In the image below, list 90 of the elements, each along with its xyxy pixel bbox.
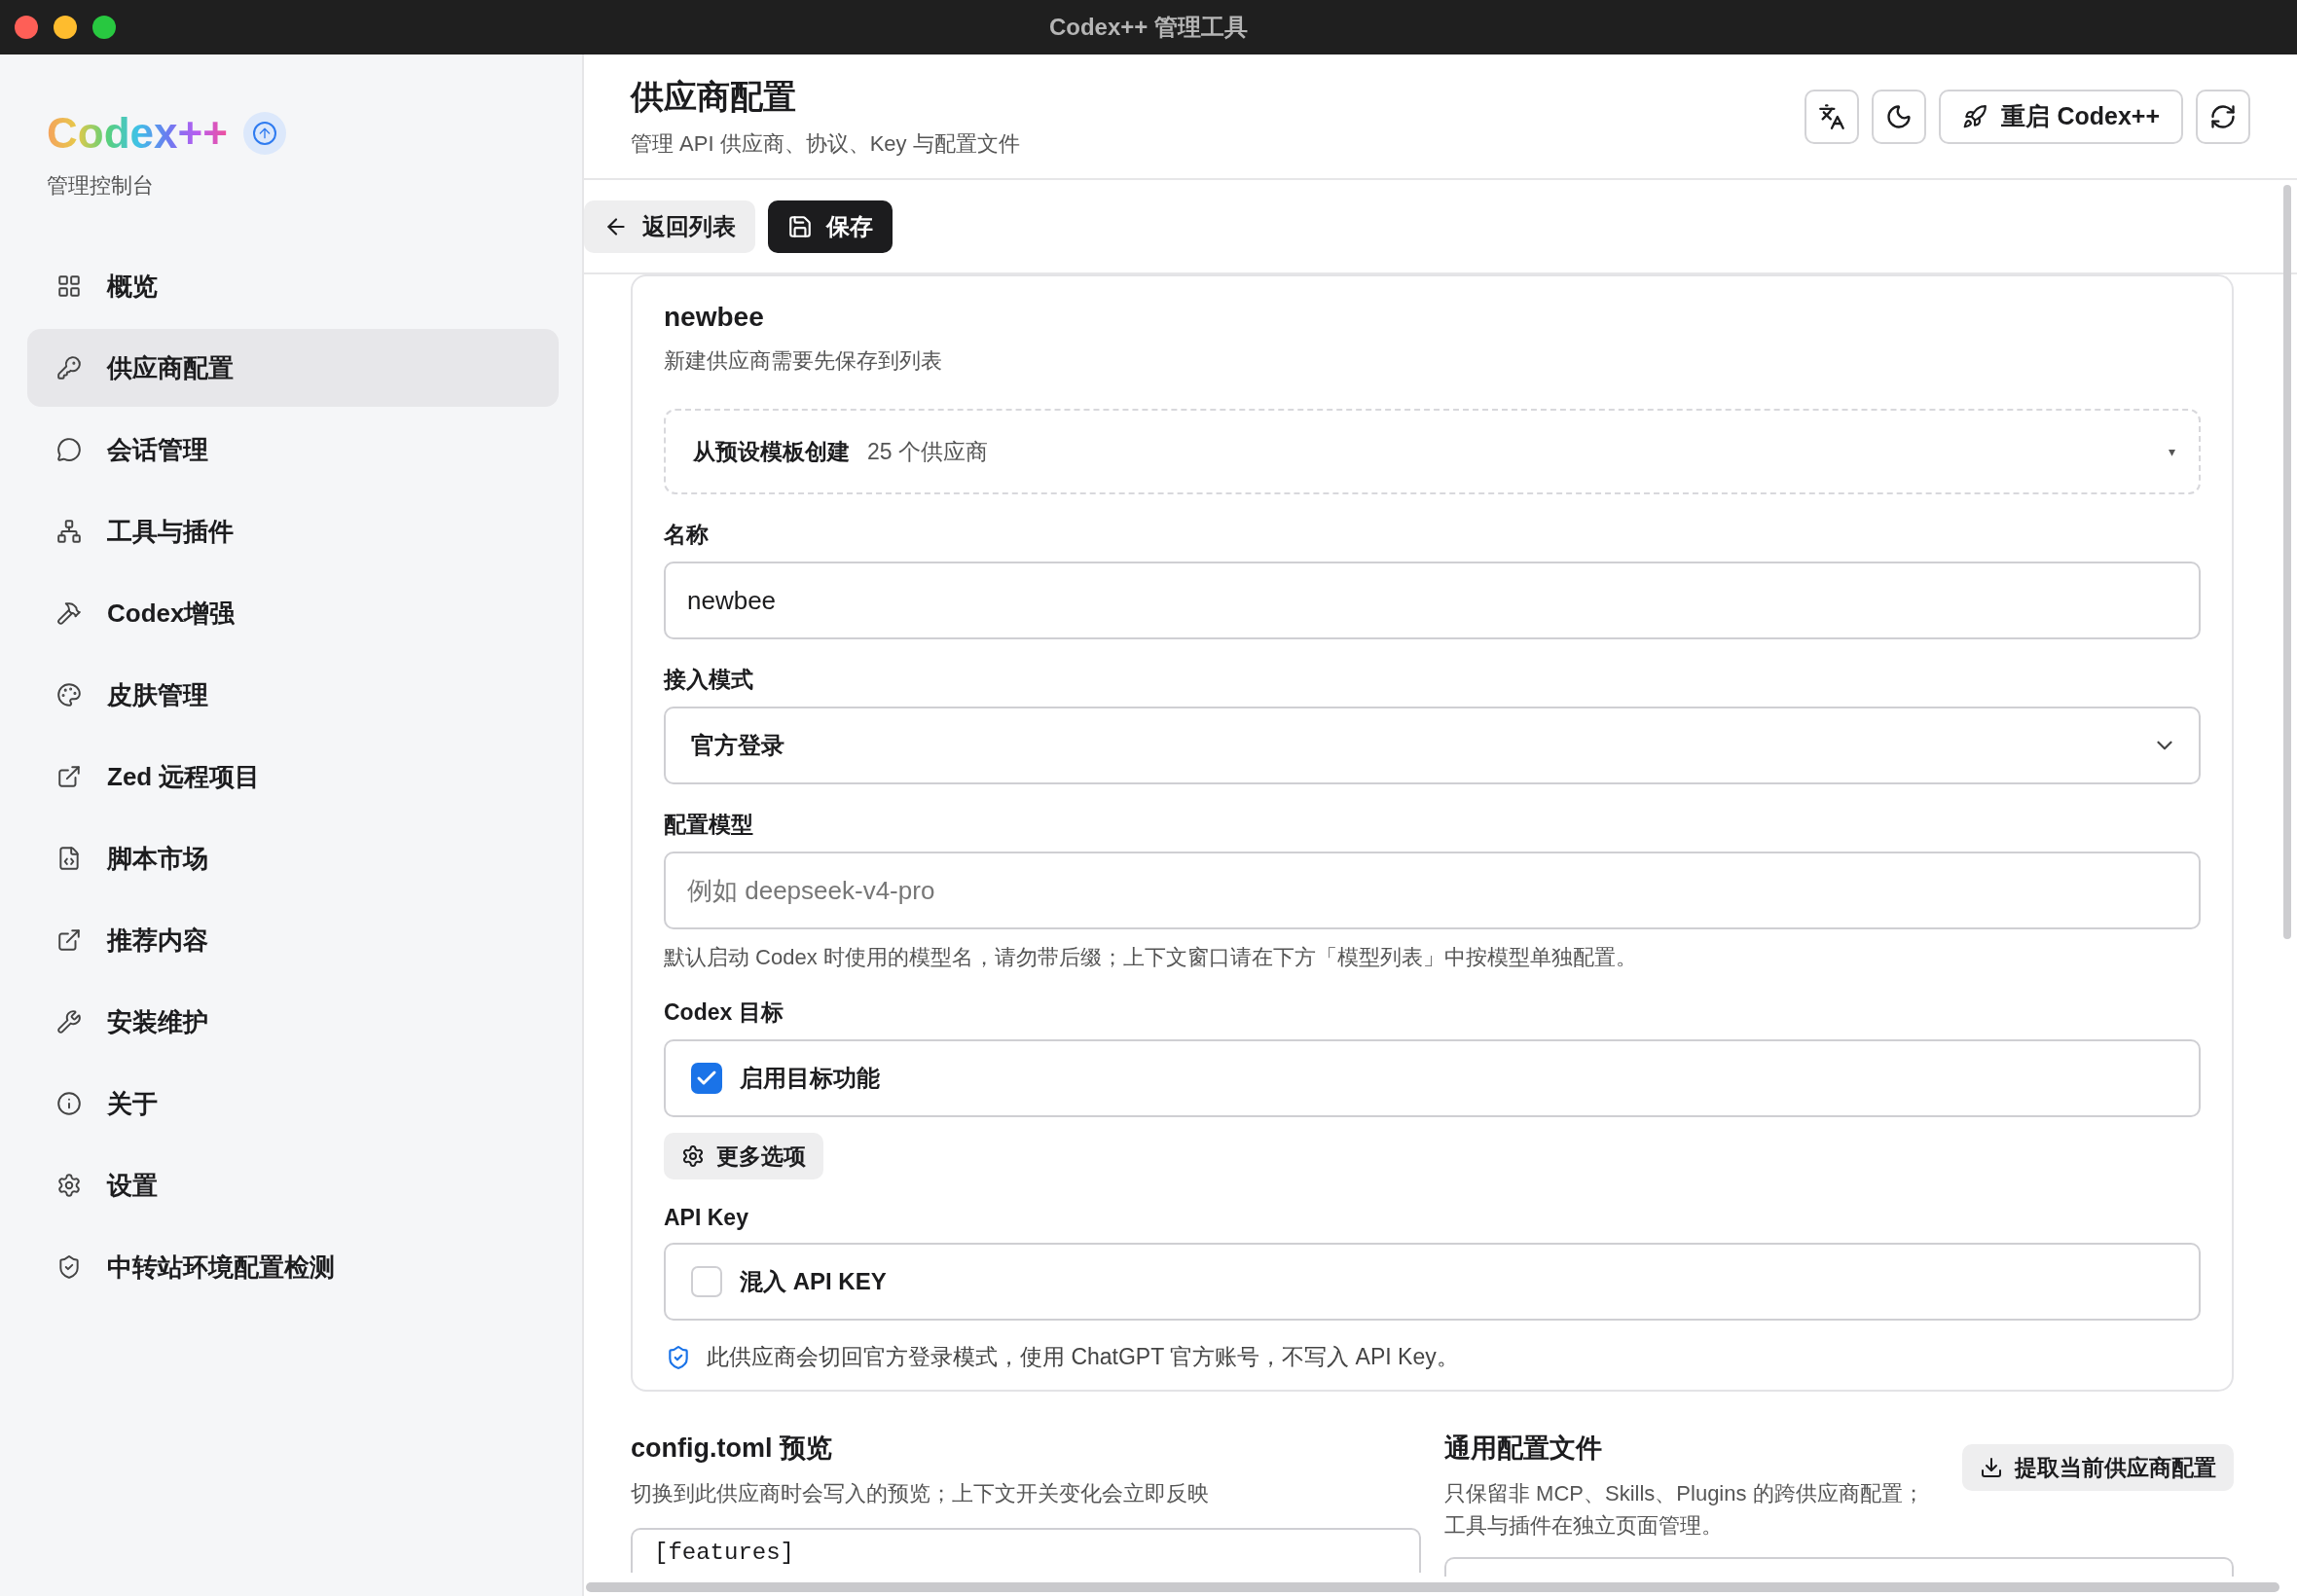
field-hint: 默认启动 Codex 时使用的模型名，请勿带后缀；上下文窗口请在下方「模型列表」中按模型单独配置。 bbox=[664, 944, 1638, 971]
notice-text: 此供应商会切回官方登录模式，使用 ChatGPT 官方账号，不写入 API Key。 bbox=[707, 1343, 1459, 1371]
checkbox[interactable] bbox=[691, 1063, 722, 1094]
nav-label: 脚本市场 bbox=[107, 842, 208, 875]
nav-item[interactable]: 脚本市场 bbox=[27, 819, 559, 897]
vertical-scrollbar[interactable] bbox=[2283, 185, 2291, 939]
minimize-window-button[interactable] bbox=[54, 16, 77, 39]
template-count: 25 个供应商 bbox=[867, 437, 989, 466]
nav-label: Zed 远程项目 bbox=[107, 760, 261, 793]
extract-config-button[interactable]: 提取当前供应商配置 bbox=[1962, 1444, 2234, 1491]
network-icon bbox=[56, 519, 82, 544]
common-config-subtitle: 只保留非 MCP、Skills、Plugins 的跨供应商配置；工具与插件在独立页面管理。 bbox=[1444, 1480, 1925, 1540]
nav-item[interactable]: 供应商配置 bbox=[27, 329, 559, 407]
zoom-window-button[interactable] bbox=[92, 16, 116, 39]
nav-item[interactable]: 会话管理 bbox=[27, 411, 559, 489]
name-field[interactable]: newbee bbox=[664, 562, 2201, 639]
close-window-button[interactable] bbox=[15, 16, 38, 39]
checkbox-label: 混入 API KEY bbox=[740, 1267, 887, 1296]
mode-select[interactable]: 官方登录 bbox=[664, 707, 2201, 784]
nav-label: 皮肤管理 bbox=[107, 678, 208, 711]
language-button[interactable] bbox=[1805, 89, 1860, 144]
rocket-icon bbox=[1962, 103, 1988, 129]
nav-label: 设置 bbox=[107, 1169, 158, 1202]
theme-button[interactable] bbox=[1872, 89, 1927, 144]
provider-name: newbee bbox=[664, 302, 765, 333]
provider-note: 新建供应商需要先保存到列表 bbox=[664, 347, 943, 375]
shield-check-icon bbox=[56, 1254, 82, 1280]
external-link-icon bbox=[56, 764, 82, 789]
nav-item[interactable]: 概览 bbox=[27, 247, 559, 325]
common-config-title: 通用配置文件 bbox=[1444, 1433, 1603, 1465]
refresh-icon bbox=[2209, 102, 2237, 130]
nav-item[interactable]: 皮肤管理 bbox=[27, 656, 559, 734]
template-label: 从预设模板创建 bbox=[693, 437, 850, 466]
translate-icon bbox=[1818, 102, 1846, 130]
field-label: Codex 目标 bbox=[664, 998, 784, 1027]
info-icon bbox=[56, 1091, 82, 1116]
settings-icon bbox=[681, 1144, 705, 1168]
grid-icon bbox=[56, 273, 82, 299]
nav-label: 工具与插件 bbox=[107, 515, 234, 548]
arrow-up-icon bbox=[252, 122, 276, 145]
save-icon bbox=[787, 213, 813, 239]
update-button[interactable] bbox=[242, 112, 286, 155]
caret-icon: ▾ bbox=[2168, 444, 2175, 459]
window-title: Codex++ 管理工具 bbox=[1048, 13, 1248, 42]
settings-icon bbox=[56, 1173, 82, 1198]
nav-item[interactable]: 安装维护 bbox=[27, 983, 559, 1061]
field-label: 名称 bbox=[664, 521, 710, 549]
restart-button[interactable]: 重启 Codex++ bbox=[1939, 89, 2183, 144]
nav-label: 概览 bbox=[107, 270, 158, 303]
save-button[interactable]: 保存 bbox=[768, 200, 893, 253]
field-label: 接入模式 bbox=[664, 666, 754, 694]
more-options-button[interactable]: 更多选项 bbox=[664, 1133, 823, 1179]
download-icon bbox=[1980, 1456, 2003, 1479]
config-preview: [features] bbox=[631, 1528, 1421, 1573]
nav-item[interactable]: Zed 远程项目 bbox=[27, 738, 559, 816]
template-dropdown[interactable]: 从预设模板创建 25 个供应商 ▾ bbox=[664, 409, 2201, 494]
app-subtitle: 管理控制台 bbox=[46, 172, 154, 200]
wrench-icon bbox=[56, 1009, 82, 1034]
page-title: 供应商配置 bbox=[631, 76, 797, 117]
model-field[interactable]: 例如 deepseek-v4-pro bbox=[664, 852, 2201, 929]
nav-label: 会话管理 bbox=[107, 433, 208, 466]
refresh-button[interactable] bbox=[2196, 89, 2250, 144]
field-label: API Key bbox=[664, 1205, 749, 1231]
nav-label: 供应商配置 bbox=[107, 351, 234, 384]
back-button[interactable]: 返回列表 bbox=[584, 200, 755, 253]
page-subtitle: 管理 API 供应商、协议、Key 与配置文件 bbox=[631, 129, 1020, 158]
checkbox-label: 启用目标功能 bbox=[740, 1064, 880, 1093]
nav-label: 推荐内容 bbox=[107, 924, 208, 957]
field-label: 配置模型 bbox=[664, 811, 754, 839]
nav-label: 中转站环境配置检测 bbox=[107, 1251, 335, 1284]
shield-check-icon bbox=[666, 1344, 691, 1370]
nav-item[interactable]: 设置 bbox=[27, 1146, 559, 1224]
moon-icon bbox=[1885, 102, 1914, 130]
nav-label: Codex增强 bbox=[107, 597, 236, 630]
nav-item[interactable]: Codex增强 bbox=[27, 574, 559, 652]
hammer-icon bbox=[56, 600, 82, 626]
palette-icon bbox=[56, 682, 82, 707]
code-file-icon bbox=[56, 846, 82, 871]
nav-label: 安装维护 bbox=[107, 1005, 208, 1038]
preview-subtitle: 切换到此供应商时会写入的预览；上下文开关变化会立即反映 bbox=[631, 1480, 1210, 1507]
nav-item[interactable]: 关于 bbox=[27, 1065, 559, 1143]
key-icon bbox=[56, 355, 82, 381]
preview-title: config.toml 预览 bbox=[631, 1433, 833, 1465]
external-link-icon bbox=[56, 927, 82, 953]
nav-item[interactable]: 推荐内容 bbox=[27, 901, 559, 979]
nav-item[interactable]: 工具与插件 bbox=[27, 492, 559, 570]
horizontal-scrollbar[interactable] bbox=[586, 1582, 2279, 1592]
nav-label: 关于 bbox=[107, 1087, 158, 1120]
chat-bubble-icon bbox=[56, 437, 82, 462]
nav-item[interactable]: 中转站环境配置检测 bbox=[27, 1228, 559, 1306]
